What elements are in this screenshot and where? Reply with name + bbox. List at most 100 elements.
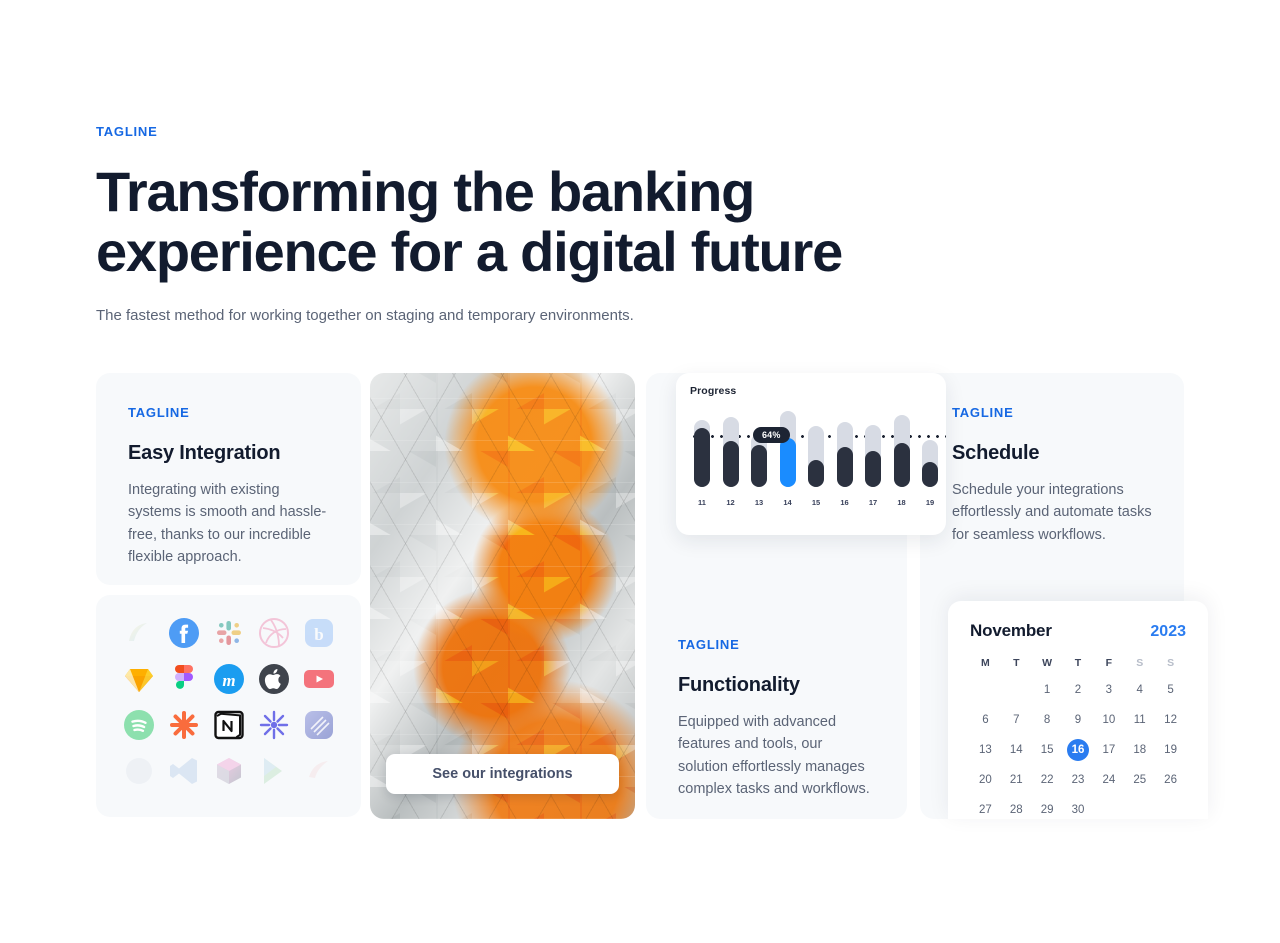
progress-bar-label: 13 [754, 498, 764, 507]
dribbble-icon[interactable] [258, 617, 290, 649]
calendar-header: November 2023 [970, 621, 1186, 641]
progress-bar-fill [865, 450, 881, 487]
progress-title: Progress [690, 385, 737, 397]
calendar-day[interactable]: 8 [1032, 709, 1063, 731]
notion-icon[interactable] [213, 709, 245, 741]
calendar-day[interactable]: 24 [1093, 769, 1124, 791]
zapier-icon[interactable] [168, 709, 200, 741]
gatsby-icon[interactable] [258, 709, 290, 741]
calendar-day[interactable]: 14 [1001, 739, 1032, 761]
landing-page: TAGLINE Transforming the banking experie… [0, 0, 1280, 943]
facebook-icon[interactable] [168, 617, 200, 649]
easy-integration-title: Easy Integration [128, 441, 281, 464]
calendar-day[interactable]: 30 [1063, 799, 1094, 819]
progress-bar-label: 17 [868, 498, 878, 507]
sphere-icon[interactable] [123, 755, 155, 787]
calendar-day [970, 679, 1001, 701]
progress-widget: Progress 64% 11 12 13 14 15 16 17 18 19 [676, 373, 946, 535]
calendar-day[interactable]: 13 [970, 739, 1001, 761]
calendar-day[interactable]: 22 [1032, 769, 1063, 791]
calendar-day-header: W [1042, 657, 1053, 669]
progress-bar-label: 14 [783, 498, 792, 507]
calendar-day[interactable]: 21 [1001, 769, 1032, 791]
calendar-day-header: M [981, 657, 990, 669]
schedule-body: Schedule your integrations effortlessly … [952, 481, 1152, 543]
arc-icon[interactable] [123, 617, 155, 649]
apple-icon[interactable] [258, 663, 290, 695]
functionality-tagline: TAGLINE [678, 637, 740, 652]
calendar-day[interactable]: 3 [1093, 679, 1124, 701]
progress-highlight-pill: 64% [753, 427, 790, 443]
calendar-day-header: T [1074, 657, 1082, 669]
mailchimp-icon[interactable]: m [213, 663, 245, 695]
cube-icon[interactable] [213, 755, 245, 787]
see-our-integrations-button[interactable]: See our integrations [386, 754, 619, 794]
calendar-day[interactable]: 23 [1063, 769, 1094, 791]
page-title: Transforming the banking experience for … [96, 159, 843, 283]
vscode-icon[interactable] [168, 755, 200, 787]
calendar-day[interactable]: 9 [1063, 709, 1094, 731]
swirl-icon[interactable] [303, 755, 335, 787]
calendar-day[interactable]: 12 [1155, 709, 1186, 731]
calendar-day[interactable]: 4 [1124, 679, 1155, 701]
hexagon-texture-overlay-2 [370, 373, 635, 819]
calendar-day [1093, 799, 1124, 819]
progress-bar-fill [751, 445, 767, 487]
calendar-day[interactable]: 20 [970, 769, 1001, 791]
calendar-day[interactable]: 10 [1093, 709, 1124, 731]
column-functionality: TAGLINE Functionality Equipped with adva… [646, 373, 946, 819]
calendar-day[interactable]: 18 [1124, 739, 1155, 761]
calendar-day-selected[interactable]: 16 [1066, 739, 1089, 761]
progress-bar-label: 11 [698, 498, 706, 507]
calendar-day[interactable]: 29 [1032, 799, 1063, 819]
calendar-day[interactable]: 11 [1124, 709, 1155, 731]
calendar-day[interactable]: 5 [1155, 679, 1186, 701]
calendar-day[interactable]: 28 [1001, 799, 1032, 819]
calendar-day[interactable]: 27 [970, 799, 1001, 819]
blogger-icon[interactable]: b [303, 617, 335, 649]
calendar-day-header: F [1105, 657, 1113, 669]
easy-integration-body: Integrating with existing systems is smo… [128, 481, 327, 565]
feature-card-grid: TAGLINE Easy Integration Integrating wit… [96, 373, 1280, 819]
progress-bar-fill [722, 441, 739, 487]
calendar-day[interactable]: 6 [970, 709, 1001, 731]
calendar-day-header: S [1167, 657, 1175, 669]
svg-text:b: b [314, 625, 323, 644]
calendar-day[interactable]: 19 [1155, 739, 1186, 761]
column-integrations-image: See our integrations [370, 373, 635, 819]
progress-bar-fill [808, 460, 824, 487]
sketch-icon[interactable] [123, 663, 155, 695]
figma-icon[interactable] [168, 663, 200, 695]
calendar-widget[interactable]: November 2023 MTWTFSS 1 2 3 4 5 6 7 8 9 10 11 12 13 1… [948, 601, 1208, 819]
calendar-year: 2023 [1150, 623, 1186, 640]
progress-bar-fill [922, 461, 938, 487]
progress-bar-label: 12 [726, 498, 735, 507]
page-header: TAGLINE Transforming the banking experie… [96, 124, 1096, 328]
calendar-day[interactable]: 26 [1155, 769, 1186, 791]
spotify-icon[interactable] [123, 709, 155, 741]
progress-bar-fill [893, 442, 910, 487]
calendar-day[interactable]: 17 [1093, 739, 1124, 761]
calendar-day[interactable]: 25 [1124, 769, 1155, 791]
svg-text:m: m [222, 671, 235, 690]
calendar-day[interactable]: 1 [1032, 679, 1063, 701]
linear-icon[interactable] [303, 709, 335, 741]
calendar-day-header: T [1013, 657, 1020, 669]
progress-bar-label: 15 [811, 498, 821, 507]
calendar-day[interactable]: 15 [1032, 739, 1063, 761]
functionality-text: TAGLINE Functionality Equipped with adva… [646, 621, 907, 819]
page-subtitle: The fastest method for working together … [96, 307, 634, 325]
google-play-icon[interactable] [258, 755, 290, 787]
easy-integration-tagline: TAGLINE [128, 405, 190, 420]
calendar-month: November [970, 621, 1052, 640]
calendar-day[interactable]: 7 [1001, 709, 1032, 731]
functionality-title: Functionality [678, 673, 800, 696]
slack-icon[interactable] [213, 617, 245, 649]
calendar-day [1124, 799, 1155, 819]
card-integration-logos: b m [96, 595, 361, 817]
calendar-day[interactable]: 2 [1063, 679, 1094, 701]
progress-bar-label: 16 [840, 498, 849, 507]
schedule-title: Schedule [952, 441, 1040, 464]
youtube-icon[interactable] [303, 663, 335, 695]
column-easy-integration: TAGLINE Easy Integration Integrating wit… [96, 373, 361, 817]
